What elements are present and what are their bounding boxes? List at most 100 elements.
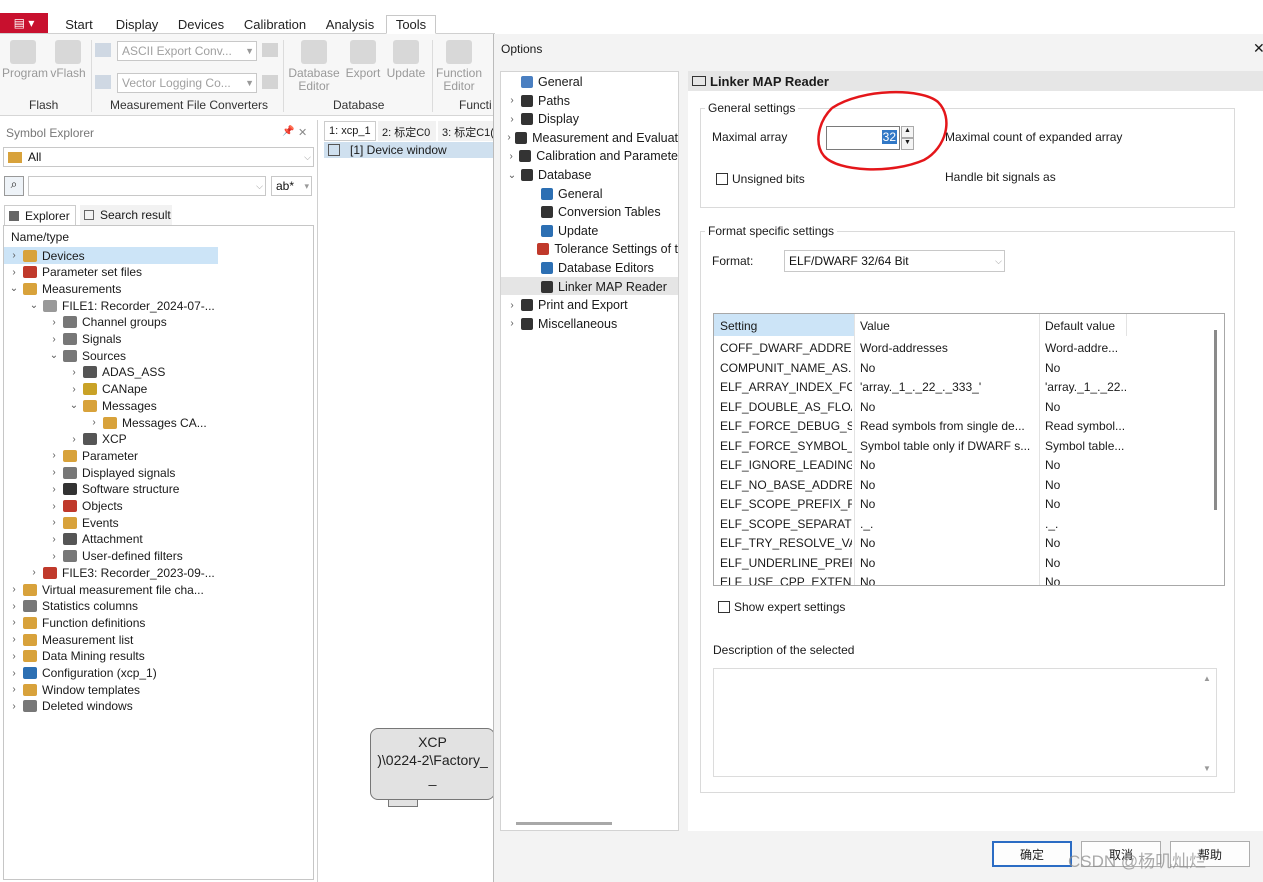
chevron-right-icon[interactable]: › — [8, 684, 20, 695]
search-mode-select[interactable]: ab* ▾ — [271, 176, 312, 196]
window-tab-3[interactable]: 3: 标定C1( — [438, 121, 494, 141]
table-row[interactable]: ELF_UNDERLINE_PREFIX No No — [714, 553, 1214, 573]
chevron-right-icon[interactable]: › — [48, 517, 60, 528]
program-button[interactable]: Program — [2, 40, 48, 80]
format-select[interactable]: ELF/DWARF 32/64 Bit ⌵ — [784, 250, 1005, 272]
ribbon-tab-display[interactable]: Display — [108, 15, 166, 34]
tree-item[interactable]: › ADAS_ASS — [68, 364, 165, 381]
nav-item[interactable]: General — [506, 73, 678, 91]
tree-item[interactable]: › Devices — [8, 247, 84, 264]
ok-button[interactable]: 确定 — [992, 841, 1072, 867]
chevron-right-icon[interactable]: › — [88, 417, 100, 428]
chevron-right-icon[interactable]: › — [48, 534, 60, 545]
tree-item[interactable]: › Function definitions — [8, 614, 145, 631]
app-menu-button[interactable]: ▤ ▾ — [0, 13, 48, 33]
export-button[interactable]: Export — [343, 40, 383, 80]
table-row[interactable]: ELF_SCOPE_SEPARATOR ._. ._. — [714, 514, 1214, 534]
nav-item[interactable]: › Measurement and Evaluat — [506, 129, 678, 147]
chevron-right-icon[interactable]: › — [48, 484, 60, 495]
tree-item[interactable]: › CANape — [68, 381, 147, 398]
tree-item[interactable]: ⌄ Messages — [68, 397, 157, 414]
device-window-header[interactable]: [1] Device window — [324, 142, 494, 158]
scroll-up-icon[interactable]: ▲ — [1203, 674, 1211, 683]
window-tab-1[interactable]: 1: xcp_1 — [324, 121, 376, 141]
unsigned-bits-checkbox[interactable]: Unsigned bits — [716, 172, 805, 186]
table-row[interactable]: ELF_NO_BASE_ADDRE... No No — [714, 475, 1214, 495]
chevron-right-icon[interactable]: › — [48, 334, 60, 345]
tree-item[interactable]: › Channel groups — [48, 314, 166, 331]
ascii-export-combo[interactable]: ASCII Export Conv... ▼ — [117, 41, 257, 61]
vector-logging-combo[interactable]: Vector Logging Co... ▼ — [117, 73, 257, 93]
chevron-right-icon[interactable]: › — [48, 317, 60, 328]
chevron-right-icon[interactable]: › — [48, 551, 60, 562]
tree-item[interactable]: › Signals — [48, 331, 121, 348]
chevron-down-icon[interactable]: ⌄ — [8, 283, 20, 294]
tree-item[interactable]: ⌄ Measurements — [8, 280, 122, 297]
tree-item[interactable]: › Deleted windows — [8, 698, 132, 715]
chevron-right-icon[interactable]: › — [506, 95, 518, 106]
table-row[interactable]: ELF_ARRAY_INDEX_FO... 'array._1_._22_._33… — [714, 377, 1214, 397]
ribbon-tab-analysis[interactable]: Analysis — [320, 15, 380, 34]
ribbon-tab-tools[interactable]: Tools — [386, 15, 436, 34]
tree-item[interactable]: ⌄ Sources — [48, 347, 126, 364]
chevron-right-icon[interactable]: › — [8, 250, 20, 261]
ribbon-tab-calibration[interactable]: Calibration — [238, 15, 312, 34]
chevron-right-icon[interactable]: › — [48, 467, 60, 478]
chevron-right-icon[interactable]: › — [506, 132, 512, 143]
tree-item[interactable]: › Parameter — [48, 447, 138, 464]
tree-item[interactable]: › Virtual measurement file cha... — [8, 581, 204, 598]
tree-item[interactable]: › XCP — [68, 431, 126, 448]
table-row[interactable]: ELF_SCOPE_PREFIX_FO... No No — [714, 494, 1214, 514]
symbol-search-input[interactable]: ⌵ — [28, 176, 266, 196]
tree-item[interactable]: › FILE3: Recorder_2023-09-... — [28, 564, 214, 581]
tree-item[interactable]: › User-defined filters — [48, 548, 182, 565]
nav-item[interactable]: › Print and Export — [506, 296, 678, 314]
nav-item[interactable]: Conversion Tables — [526, 203, 678, 221]
chevron-right-icon[interactable]: › — [8, 601, 20, 612]
nav-item[interactable]: Database Editors — [526, 259, 678, 277]
close-icon[interactable]: ✕ — [1253, 40, 1263, 57]
table-row[interactable]: COMPUNIT_NAME_AS... No No — [714, 358, 1214, 378]
tree-item[interactable]: › Displayed signals — [48, 464, 175, 481]
chevron-right-icon[interactable]: › — [506, 114, 518, 125]
chevron-right-icon[interactable]: › — [506, 318, 518, 329]
tree-item[interactable]: › Parameter set files — [8, 264, 142, 281]
tree-item[interactable]: › Statistics columns — [8, 598, 138, 615]
logging-settings-icon[interactable] — [262, 75, 278, 89]
chevron-right-icon[interactable]: › — [8, 584, 20, 595]
tree-item[interactable]: › Software structure — [48, 481, 179, 498]
chevron-right-icon[interactable]: › — [506, 151, 516, 162]
show-expert-checkbox[interactable]: Show expert settings — [718, 600, 845, 614]
table-row[interactable]: ELF_FORCE_DEBUG_SE... Read symbols from s… — [714, 416, 1214, 436]
close-icon[interactable]: ✕ — [298, 126, 307, 139]
tab-explorer[interactable]: Explorer — [4, 205, 76, 225]
tree-item[interactable]: › Attachment — [48, 531, 142, 548]
tree-item[interactable]: › Configuration (xcp_1) — [8, 665, 156, 682]
chevron-right-icon[interactable]: › — [8, 617, 20, 628]
vflash-button[interactable]: vFlash — [48, 40, 88, 80]
column-header-default[interactable]: Default value — [1045, 319, 1115, 333]
symbol-filter-select[interactable]: All ⌵ — [3, 147, 314, 167]
column-header-setting[interactable]: Setting — [720, 319, 757, 333]
chevron-right-icon[interactable]: › — [48, 501, 60, 512]
chevron-right-icon[interactable]: › — [28, 567, 40, 578]
nav-scrollbar[interactable] — [516, 822, 612, 825]
nav-item[interactable]: ⌄ Database — [506, 166, 678, 184]
nav-item[interactable]: › Paths — [506, 92, 678, 110]
table-row[interactable]: COFF_DWARF_ADDRES... Word-addresses Word-a… — [714, 338, 1214, 358]
tree-item[interactable]: ⌄ FILE1: Recorder_2024-07-... — [28, 297, 215, 314]
chevron-right-icon[interactable]: › — [48, 450, 60, 461]
update-button[interactable]: Update — [385, 40, 427, 80]
tree-item[interactable]: › Messages CA... — [88, 414, 206, 431]
window-tab-2[interactable]: 2: 标定C0 — [378, 121, 436, 141]
nav-item[interactable]: › Calibration and Paramete — [506, 147, 678, 165]
grid-scrollbar[interactable] — [1214, 330, 1217, 510]
chevron-right-icon[interactable]: › — [8, 267, 20, 278]
nav-item[interactable]: Linker MAP Reader — [526, 278, 678, 296]
chevron-down-icon[interactable]: ⌄ — [506, 170, 518, 181]
converter-settings-icon[interactable] — [262, 43, 278, 57]
ribbon-tab-devices[interactable]: Devices — [172, 15, 230, 34]
chevron-right-icon[interactable]: › — [8, 651, 20, 662]
chevron-down-icon[interactable]: ⌄ — [48, 350, 60, 361]
chevron-right-icon[interactable]: › — [68, 434, 80, 445]
